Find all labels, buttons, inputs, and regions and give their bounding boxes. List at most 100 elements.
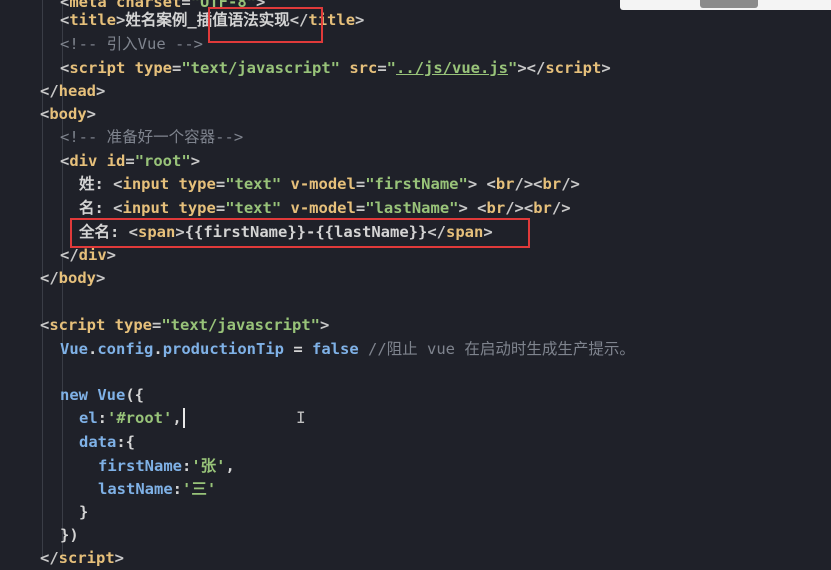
code-token: type	[178, 199, 216, 217]
code-line[interactable]: <!-- 准备好一个容器-->	[60, 126, 243, 149]
code-token: script	[545, 59, 602, 77]
code-token: <	[40, 105, 50, 123]
code-token: data	[79, 433, 117, 451]
code-token: 名:	[79, 199, 114, 217]
overlay-toolbar-pill[interactable]	[700, 0, 758, 8]
code-token: ></	[517, 59, 546, 77]
code-token: type	[134, 59, 172, 77]
code-token: >	[190, 152, 201, 170]
code-token: =	[215, 199, 226, 217]
code-token: "text"	[225, 175, 291, 193]
code-line[interactable]: Vue.config.productionTip = false //阻止 vu…	[60, 338, 635, 361]
code-line[interactable]: <body>	[40, 103, 96, 126]
code-line[interactable]: data:{	[79, 431, 135, 454]
code-token: '三'	[182, 480, 217, 498]
code-token: v-model	[290, 175, 356, 193]
code-token: ({	[125, 386, 144, 404]
code-token: config	[97, 340, 154, 358]
code-line[interactable]: })	[60, 524, 79, 547]
code-token: /><	[514, 175, 543, 193]
code-line[interactable]: new Vue({	[60, 384, 144, 407]
code-line[interactable]: <div id="root">	[60, 150, 200, 173]
code-token: .	[88, 340, 98, 358]
code-token: '#root'	[107, 409, 173, 427]
code-token: //阻止 vue 在启动时生成生产提示。	[358, 340, 635, 358]
code-token: </	[40, 82, 59, 100]
code-token: =	[284, 340, 313, 358]
code-token: script	[58, 549, 115, 567]
code-token: }	[79, 503, 89, 521]
code-line[interactable]: </script>	[40, 547, 124, 570]
code-token: <	[60, 11, 70, 29]
code-token: >	[106, 246, 117, 264]
code-token: "firstName"	[365, 175, 468, 193]
code-token: "lastName"	[365, 199, 459, 217]
code-token: </	[40, 269, 59, 287]
code-token: script	[49, 316, 115, 334]
code-line[interactable]: </head>	[40, 80, 105, 103]
code-token: productionTip	[162, 340, 285, 358]
red-highlight-box	[208, 7, 323, 43]
code-token: >	[96, 82, 106, 100]
code-token: >	[86, 105, 97, 123]
code-editor[interactable]: <meta charset="UTF-8"> <title>姓名案例_插值语法实现…	[0, 0, 831, 567]
code-token: </	[60, 246, 79, 264]
code-token: el	[79, 409, 98, 427]
code-line[interactable]: </body>	[40, 267, 105, 290]
code-token: :	[97, 409, 108, 427]
code-token: firstName	[98, 457, 182, 475]
code-token: .	[153, 340, 163, 358]
code-token: >	[96, 269, 106, 287]
code-token: ,	[172, 409, 182, 427]
code-line[interactable]: <script type="text/javascript" src="../j…	[60, 57, 611, 80]
code-line[interactable]: lastName:'三'	[98, 478, 216, 501]
code-token: =	[215, 175, 226, 193]
code-line[interactable]: 姓: <input type="text" v-model="firstName…	[79, 173, 580, 196]
code-token: v-model	[290, 199, 356, 217]
code-token: body	[49, 105, 87, 123]
code-token: src	[349, 59, 378, 77]
code-token: script	[69, 59, 135, 77]
code-token: br	[495, 175, 515, 193]
code-token: title	[69, 11, 117, 29]
code-line[interactable]: <script type="text/javascript">	[40, 314, 329, 337]
code-token: <	[113, 175, 123, 193]
code-token: false	[312, 340, 359, 358]
code-line[interactable]: <!-- 引入Vue -->	[60, 33, 203, 56]
code-token: />	[561, 175, 580, 193]
code-token: >	[601, 59, 611, 77]
code-token: />	[551, 199, 571, 217]
code-token: input	[122, 199, 179, 217]
code-token: div	[78, 246, 107, 264]
code-token: =	[125, 152, 135, 170]
code-token: ../js/vue.js	[396, 59, 508, 77]
code-token: <	[40, 316, 50, 334]
code-line[interactable]: }	[79, 501, 88, 524]
code-token: >	[319, 316, 330, 334]
code-token: id	[106, 152, 126, 170]
code-token: body	[58, 269, 96, 287]
code-token: lastName	[98, 480, 173, 498]
code-token: >	[355, 11, 365, 29]
code-token: Vue	[97, 386, 126, 404]
code-token: "root"	[134, 152, 191, 170]
code-token: 姓:	[79, 175, 114, 193]
code-token: :{	[116, 433, 135, 451]
code-token: "	[386, 59, 397, 77]
code-token: >	[114, 549, 125, 567]
code-token: div	[69, 152, 107, 170]
code-line[interactable]: el:'#root',	[79, 407, 182, 430]
code-token: Vue	[60, 340, 88, 358]
code-line[interactable]: 名: <input type="text" v-model="lastName"…	[79, 197, 571, 220]
code-line[interactable]: firstName:'张',	[98, 455, 235, 478]
code-token: > <	[467, 175, 496, 193]
code-token: '张'	[191, 457, 226, 475]
code-token: "text/javascript"	[181, 59, 350, 77]
code-token: <	[113, 199, 123, 217]
code-token: type	[178, 175, 216, 193]
code-token: =	[377, 59, 387, 77]
code-token: <	[60, 152, 70, 170]
code-token: :	[182, 457, 192, 475]
code-token: br	[533, 199, 552, 217]
code-token: "	[508, 59, 518, 77]
